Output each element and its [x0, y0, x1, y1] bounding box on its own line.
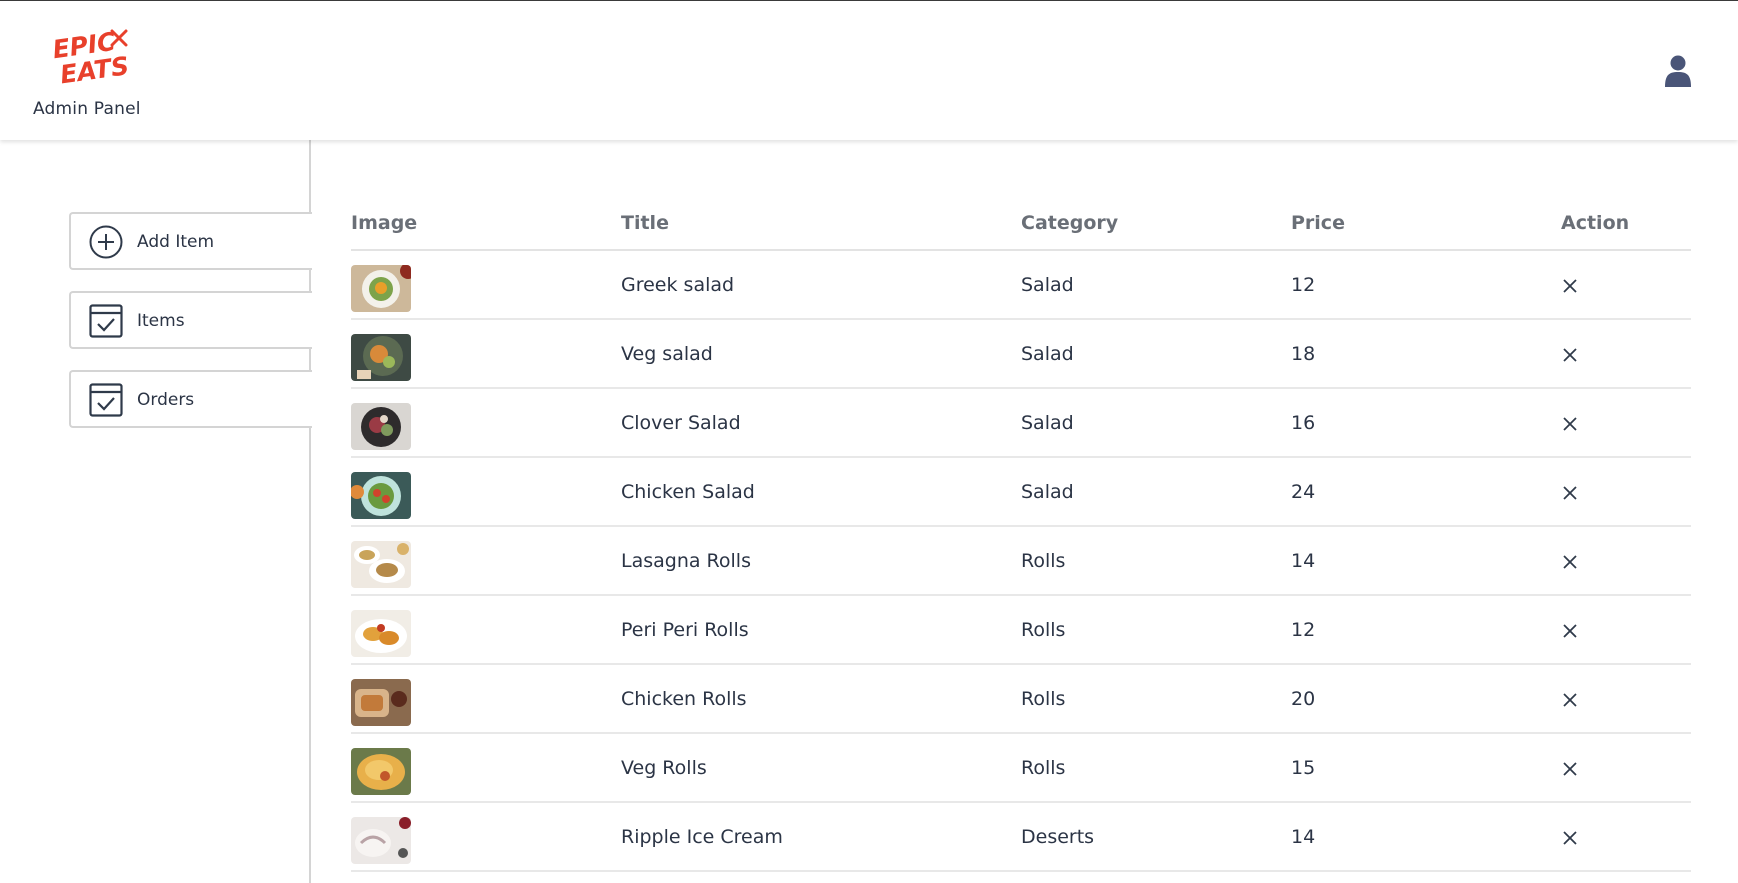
calendar-check-icon: [89, 383, 123, 417]
remove-item-icon[interactable]: [1561, 553, 1579, 571]
sidebar: Add Item Items Orders: [0, 140, 312, 883]
table-row: Clover Salad Salad 16: [351, 389, 1691, 458]
item-price: 14: [1291, 826, 1316, 848]
table-row: Chicken Salad Salad 24: [351, 458, 1691, 527]
item-title: Veg salad: [621, 343, 713, 365]
food-thumbnail: [351, 679, 411, 726]
sidebar-item-label: Items: [137, 311, 185, 331]
item-category: Salad: [1021, 274, 1074, 296]
admin-panel-label: Admin Panel: [33, 99, 141, 119]
sidebar-item-label: Add Item: [137, 232, 215, 252]
food-thumbnail: [351, 748, 411, 795]
table-row: Lasagna Rolls Rolls 14: [351, 527, 1691, 596]
item-price: 12: [1291, 274, 1316, 296]
table-header: Image Title Category Price Action: [351, 196, 1691, 251]
plus-circle-icon: [89, 225, 123, 259]
sidebar-item-items[interactable]: Items: [69, 291, 312, 349]
food-thumbnail: [351, 610, 411, 657]
table-row: Veg salad Salad 18: [351, 320, 1691, 389]
item-category: Deserts: [1021, 826, 1095, 848]
item-price: 16: [1291, 412, 1316, 434]
table-row: Veg Rolls Rolls 15: [351, 734, 1691, 803]
table-row: Chicken Rolls Rolls 20: [351, 665, 1691, 734]
remove-item-icon[interactable]: [1561, 415, 1579, 433]
calendar-check-icon: [89, 304, 123, 338]
food-thumbnail: [351, 403, 411, 450]
remove-item-icon[interactable]: [1561, 829, 1579, 847]
item-price: 14: [1291, 550, 1316, 572]
remove-item-icon[interactable]: [1561, 691, 1579, 709]
table-row: Peri Peri Rolls Rolls 12: [351, 596, 1691, 665]
column-header-action: Action: [1561, 212, 1630, 234]
table-row: Ripple Ice Cream Deserts 14: [351, 803, 1691, 872]
profile-icon[interactable]: [1664, 54, 1692, 88]
item-title: Peri Peri Rolls: [621, 619, 749, 641]
item-price: 12: [1291, 619, 1316, 641]
item-category: Salad: [1021, 412, 1074, 434]
food-thumbnail: [351, 817, 411, 864]
item-title: Ripple Ice Cream: [621, 826, 783, 848]
sidebar-item-label: Orders: [137, 390, 195, 410]
item-category: Salad: [1021, 343, 1074, 365]
remove-item-icon[interactable]: [1561, 346, 1579, 364]
food-thumbnail: [351, 541, 411, 588]
remove-item-icon[interactable]: [1561, 622, 1579, 640]
item-title: Veg Rolls: [621, 757, 707, 779]
item-title: Clover Salad: [621, 412, 741, 434]
column-header-price: Price: [1291, 212, 1345, 234]
item-category: Rolls: [1021, 550, 1066, 572]
items-table: Image Title Category Price Action Greek …: [351, 196, 1691, 872]
item-price: 24: [1291, 481, 1316, 503]
item-title: Chicken Rolls: [621, 688, 747, 710]
top-navbar: EPIC EATS Admin Panel: [0, 0, 1738, 140]
item-title: Chicken Salad: [621, 481, 755, 503]
sidebar-item-orders[interactable]: Orders: [69, 370, 312, 428]
item-price: 20: [1291, 688, 1316, 710]
column-header-category: Category: [1021, 212, 1119, 234]
item-title: Lasagna Rolls: [621, 550, 751, 572]
remove-item-icon[interactable]: [1561, 277, 1579, 295]
item-price: 15: [1291, 757, 1316, 779]
item-title: Greek salad: [621, 274, 735, 296]
sidebar-item-add-item[interactable]: Add Item: [69, 212, 312, 270]
food-thumbnail: [351, 265, 411, 312]
item-category: Rolls: [1021, 757, 1066, 779]
item-category: Rolls: [1021, 619, 1066, 641]
remove-item-icon[interactable]: [1561, 484, 1579, 502]
column-header-image: Image: [351, 212, 418, 234]
column-header-title: Title: [621, 212, 669, 234]
brand: EPIC EATS Admin Panel: [30, 23, 162, 119]
item-category: Salad: [1021, 481, 1074, 503]
remove-item-icon[interactable]: [1561, 760, 1579, 778]
epic-eats-logo[interactable]: EPIC EATS: [50, 23, 134, 89]
item-category: Rolls: [1021, 688, 1066, 710]
table-row: Greek salad Salad 12: [351, 251, 1691, 320]
item-price: 18: [1291, 343, 1316, 365]
food-thumbnail: [351, 334, 411, 381]
food-thumbnail: [351, 472, 411, 519]
